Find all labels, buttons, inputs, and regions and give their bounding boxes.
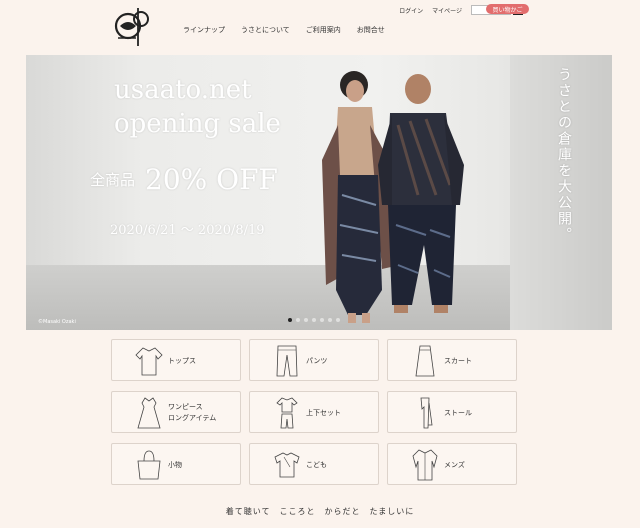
mypage-link[interactable]: マイページ [432, 6, 462, 15]
slider-dot[interactable] [312, 318, 316, 322]
category-goods[interactable]: 小物 [111, 443, 241, 485]
dress-icon [137, 397, 161, 429]
slider-dot[interactable] [288, 318, 292, 322]
category-dress[interactable]: ワンピース ロングアイテム [111, 391, 241, 433]
nav-contact[interactable]: お問合せ [357, 25, 385, 35]
pants-icon [276, 345, 298, 377]
category-set[interactable]: 上下セット [249, 391, 379, 433]
category-label: ワンピース ロングアイテム [168, 403, 217, 422]
sale-prefix: 全商品 [90, 171, 136, 189]
category-label: こども [306, 460, 327, 469]
nav-lineup[interactable]: ラインナップ [183, 25, 225, 35]
category-skirt[interactable]: スカート [387, 339, 517, 381]
sale-value: 20% OFF [145, 163, 278, 196]
hero-vertical-copy: うさとの倉庫を大公開。 [556, 67, 572, 243]
hero-title-line2: opening sale [114, 109, 281, 139]
category-label: パンツ [306, 356, 328, 365]
photo-credit: ©Masaki Ozaki [38, 319, 76, 325]
main-nav: ラインナップ うさとについて ご利用案内 お問合せ [183, 25, 401, 35]
slider-dot[interactable] [296, 318, 300, 322]
stole-icon [420, 397, 433, 429]
category-mens[interactable]: メンズ [387, 443, 517, 485]
slider-dot[interactable] [328, 318, 332, 322]
category-kids[interactable]: こども [249, 443, 379, 485]
site-header: ラインナップ うさとについて ご利用案内 お問合せ ログイン マイページ 買い物… [0, 0, 640, 54]
slider-dots [288, 318, 340, 322]
slider-dot[interactable] [336, 318, 340, 322]
login-link[interactable]: ログイン [399, 6, 423, 15]
category-stole[interactable]: ストール [387, 391, 517, 433]
kids-icon [274, 452, 300, 478]
mens-icon [412, 449, 438, 481]
category-pants[interactable]: パンツ [249, 339, 379, 381]
category-label: メンズ [444, 460, 465, 469]
slider-dot[interactable] [320, 318, 324, 322]
hero-sale: 全商品 20% OFF [90, 163, 278, 196]
tops-icon [135, 347, 163, 376]
slider-dot[interactable] [304, 318, 308, 322]
sale-dates: 2020/6/21 ～ 2020/8/19 [110, 223, 265, 238]
hero-banner[interactable]: usaato.net opening sale 全商品 20% OFF 2020/… [26, 55, 612, 330]
skirt-icon [415, 345, 435, 377]
category-label: スカート [444, 356, 472, 365]
bag-icon [137, 450, 161, 480]
category-label: ストール [444, 408, 472, 417]
category-label: 小物 [168, 460, 182, 469]
category-label: 上下セット [306, 408, 341, 417]
site-tagline: 着て聴いて こころと からだと たましいに [225, 507, 415, 516]
logo-mark-icon [114, 8, 149, 46]
hero-title-line1: usaato.net [114, 75, 252, 105]
set-icon [276, 397, 298, 429]
category-label: トップス [168, 356, 196, 365]
hero-title: usaato.net opening sale [114, 73, 281, 141]
nav-guide[interactable]: ご利用案内 [306, 25, 341, 35]
site-logo[interactable] [112, 4, 154, 48]
category-tops[interactable]: トップス [111, 339, 241, 381]
nav-about[interactable]: うさとについて [241, 25, 290, 35]
cart-button[interactable]: 買い物かご [486, 4, 529, 14]
